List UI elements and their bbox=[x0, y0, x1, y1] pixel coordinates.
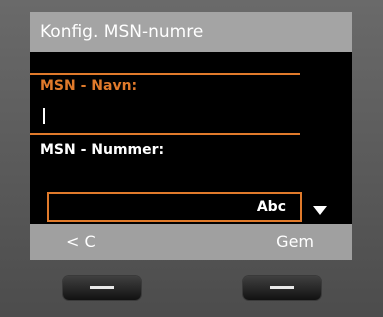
msn-name-input-cursor[interactable] bbox=[43, 108, 45, 124]
msn-number-label: MSN - Nummer: bbox=[40, 142, 165, 158]
field-divider-bottom bbox=[30, 133, 300, 135]
phone-screen: Konfig. MSN-numre MSN - Navn: MSN - Numm… bbox=[30, 12, 352, 260]
softkey-bar: < C Gem bbox=[30, 224, 352, 260]
softkey-left-label: < C bbox=[66, 232, 96, 251]
left-softkey-button[interactable] bbox=[63, 276, 141, 300]
form-content: MSN - Navn: MSN - Nummer: Abc bbox=[30, 52, 352, 224]
down-arrow-icon bbox=[313, 206, 327, 215]
page-title: Konfig. MSN-numre bbox=[30, 12, 352, 52]
msn-name-label: MSN - Navn: bbox=[40, 78, 138, 94]
msn-number-input[interactable]: Abc bbox=[47, 192, 302, 222]
field-divider-top bbox=[30, 73, 300, 75]
input-mode-indicator: Abc bbox=[256, 199, 286, 215]
right-softkey-button[interactable] bbox=[243, 276, 321, 300]
phone-bezel: Konfig. MSN-numre MSN - Navn: MSN - Numm… bbox=[0, 0, 383, 317]
softkey-right-label: Gem bbox=[276, 232, 314, 251]
